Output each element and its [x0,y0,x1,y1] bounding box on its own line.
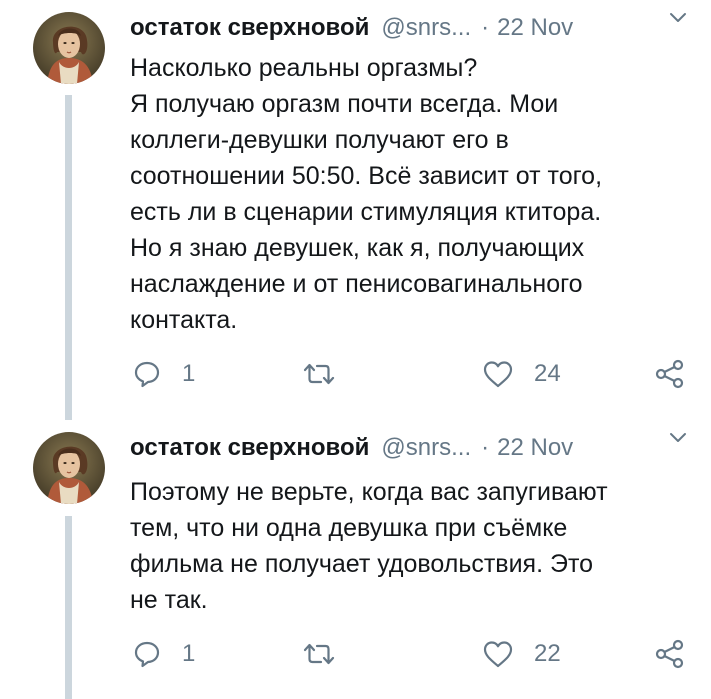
separator-dot: · [481,434,490,461]
chevron-down-icon[interactable] [669,428,687,446]
reply-icon [132,359,162,389]
tweet-date[interactable]: 22 Nov [497,12,573,44]
reply-count: 1 [182,360,196,387]
tweet-actions: 1 22 [0,634,711,674]
heart-icon [482,359,514,389]
author-name[interactable]: остаток сверхновой [130,432,369,464]
tweet-text: Поэтому не верьте, когда вас запугивают … [130,478,608,614]
tweet-header: остаток сверхновой @snrs... · 22 Nov [130,432,690,464]
retweet-button[interactable] [302,634,336,674]
avatar[interactable] [33,12,105,84]
avatar-portrait-image [33,12,105,84]
tweet-text: Насколько реальны оргазмы? Я получаю орг… [130,54,603,334]
tweet[interactable]: остаток сверхновой @snrs... · 22 Nov Нас… [0,0,711,420]
chevron-down-icon[interactable] [669,8,687,26]
tweet[interactable]: остаток сверхновой @snrs... · 22 Nov Поэ… [0,420,711,699]
share-icon [654,638,686,670]
reply-button[interactable]: 1 [132,634,195,674]
author-handle[interactable]: @snrs... [381,432,471,464]
heart-icon [482,639,514,669]
like-button[interactable]: 24 [482,354,561,394]
like-count: 24 [534,360,561,387]
tweet-header: остаток сверхновой @snrs... · 22 Nov [130,12,690,44]
reply-count: 1 [182,640,196,667]
avatar[interactable] [33,432,105,504]
author-handle[interactable]: @snrs... [381,12,471,44]
share-icon [654,358,686,390]
separator-dot: · [481,14,490,41]
avatar-portrait-image [33,432,105,504]
share-button[interactable] [654,634,686,674]
tweet-actions: 1 24 [0,354,711,394]
reply-icon [132,639,162,669]
reply-button[interactable]: 1 [132,354,195,394]
retweet-icon [302,359,336,389]
author-name[interactable]: остаток сверхновой [130,12,369,44]
share-button[interactable] [654,354,686,394]
retweet-icon [302,639,336,669]
retweet-button[interactable] [302,354,336,394]
like-button[interactable]: 22 [482,634,561,674]
tweet-date[interactable]: 22 Nov [497,432,573,464]
like-count: 22 [534,640,561,667]
